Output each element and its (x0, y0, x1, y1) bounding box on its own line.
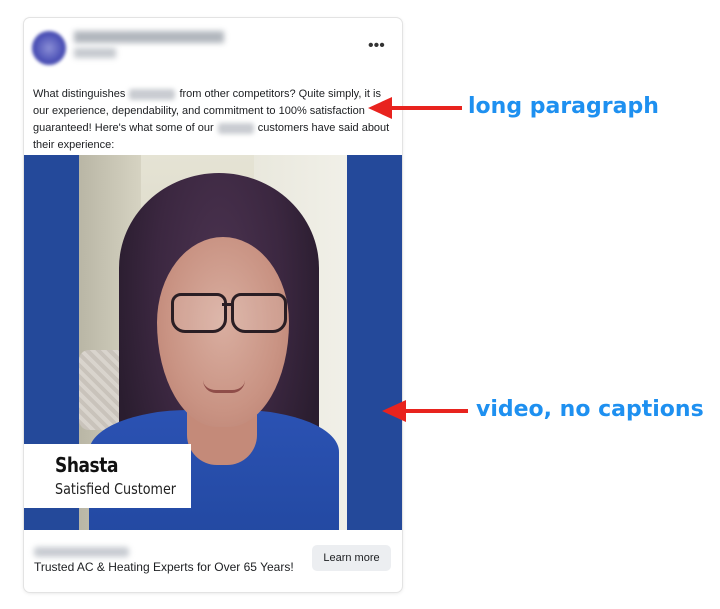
speaker-name: Shasta (55, 453, 118, 477)
link-domain-redacted[interactable] (34, 547, 129, 557)
paragraph-text-1: What distinguishes (33, 88, 129, 100)
annotation-video-no-captions: video, no captions (476, 397, 704, 422)
arrow-icon (382, 400, 468, 422)
arrow-icon (368, 97, 462, 119)
page-avatar[interactable] (32, 31, 66, 65)
person-mouth (203, 380, 245, 393)
redacted-company-name (129, 88, 176, 100)
redacted-location (217, 122, 254, 134)
video-player[interactable]: Shasta Satisfied Customer (24, 155, 402, 530)
ad-post-card: ••• What distinguishes from other compet… (24, 18, 402, 592)
annotation-long-paragraph: long paragraph (468, 94, 659, 119)
glasses-left-lens (171, 293, 227, 333)
post-paragraph: What distinguishes from other competitor… (33, 86, 395, 154)
more-options-icon[interactable]: ••• (368, 38, 385, 54)
glasses-bridge (222, 303, 233, 306)
glasses-right-lens (231, 293, 287, 333)
sponsored-label-redacted (74, 48, 116, 58)
speaker-title: Satisfied Customer (55, 480, 177, 498)
link-headline[interactable]: Trusted AC & Heating Experts for Over 65… (34, 560, 294, 574)
speaker-name-card: Shasta Satisfied Customer (24, 444, 191, 508)
page-name-redacted[interactable] (74, 31, 224, 43)
learn-more-button[interactable]: Learn more (312, 545, 391, 571)
